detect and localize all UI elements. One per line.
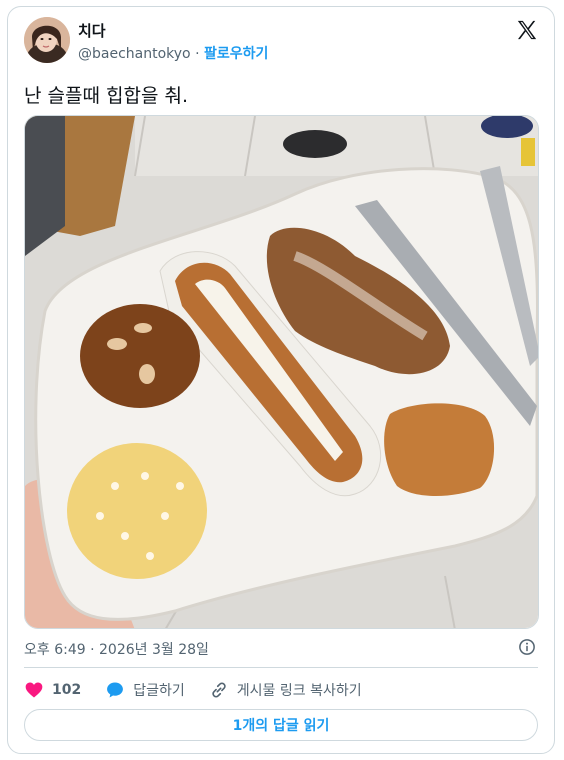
separator: · [195,46,200,62]
reply-button[interactable]: 답글하기 [105,680,185,700]
divider [24,667,538,668]
link-icon [212,682,226,698]
copy-link-button[interactable]: 게시물 링크 복사하기 [209,680,362,700]
user-handle[interactable]: @baechantokyo [78,46,191,62]
like-count: 102 [52,682,82,698]
read-replies-button[interactable]: 1개의 답글 읽기 [24,709,538,741]
handle-row: @baechantokyo · 팔로우하기 [78,43,268,63]
bread-tray-photo [25,116,538,628]
x-logo-icon[interactable] [516,19,538,41]
like-button[interactable]: 102 [24,680,81,700]
tweet-photo[interactable] [24,115,539,629]
follow-button[interactable]: 팔로우하기 [204,46,268,62]
avatar-image [24,17,70,63]
tweet-timestamp[interactable]: 오후 6:49 · 2026년 3월 28일 [24,639,209,659]
info-icon[interactable] [518,638,536,656]
heart-icon [25,682,43,698]
copy-link-label: 게시물 링크 복사하기 [236,683,362,699]
tweet-text: 난 슬플때 힙합을 춰. [24,85,188,107]
action-bar: 102 답글하기 게시물 링크 복사하기 [24,678,386,702]
reply-label: 답글하기 [133,683,185,699]
tweet-card: 치다 @baechantokyo · 팔로우하기 난 슬플때 힙합을 춰. 오후… [7,6,555,754]
display-name[interactable]: 치다 [78,20,106,41]
speech-bubble-icon [107,682,124,698]
avatar[interactable] [24,17,70,63]
